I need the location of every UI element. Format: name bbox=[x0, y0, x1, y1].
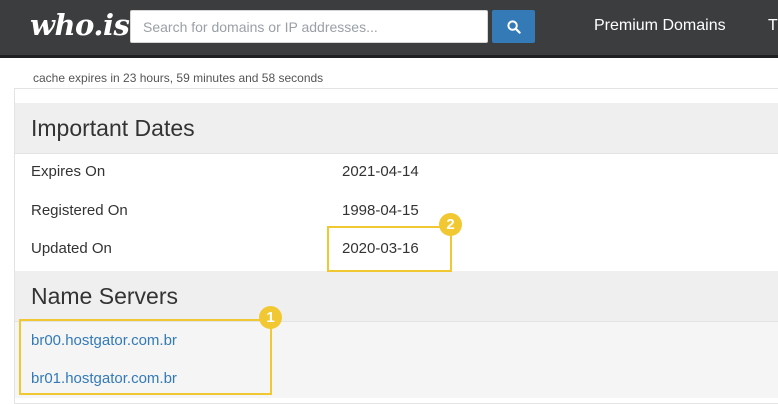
row-label-updated: Updated On bbox=[31, 240, 112, 257]
annotation-badge-2: 2 bbox=[439, 213, 462, 236]
row-label-registered: Registered On bbox=[31, 202, 128, 219]
row-label-expires: Expires On bbox=[31, 163, 106, 180]
top-navbar: who.is Premium Domains T bbox=[0, 0, 778, 58]
highlight-box-updated-date bbox=[327, 226, 452, 272]
search-button[interactable] bbox=[492, 10, 535, 43]
row-value-expires: 2021-04-14 bbox=[342, 163, 419, 180]
important-dates-header: Important Dates bbox=[15, 103, 778, 154]
nav-premium-domains[interactable]: Premium Domains bbox=[594, 17, 726, 35]
search-icon bbox=[506, 19, 521, 34]
cache-notice: cache expires in 23 hours, 59 minutes an… bbox=[33, 71, 324, 85]
annotation-badge-1: 1 bbox=[259, 306, 282, 329]
site-logo[interactable]: who.is bbox=[30, 8, 130, 42]
row-value-registered: 1998-04-15 bbox=[342, 202, 419, 219]
highlight-box-name-servers bbox=[19, 319, 272, 395]
name-servers-header: Name Servers bbox=[15, 271, 778, 322]
important-dates-title: Important Dates bbox=[31, 115, 195, 141]
nav-truncated-item[interactable]: T bbox=[768, 17, 778, 35]
name-servers-title: Name Servers bbox=[31, 283, 178, 309]
search-input[interactable] bbox=[130, 10, 488, 43]
